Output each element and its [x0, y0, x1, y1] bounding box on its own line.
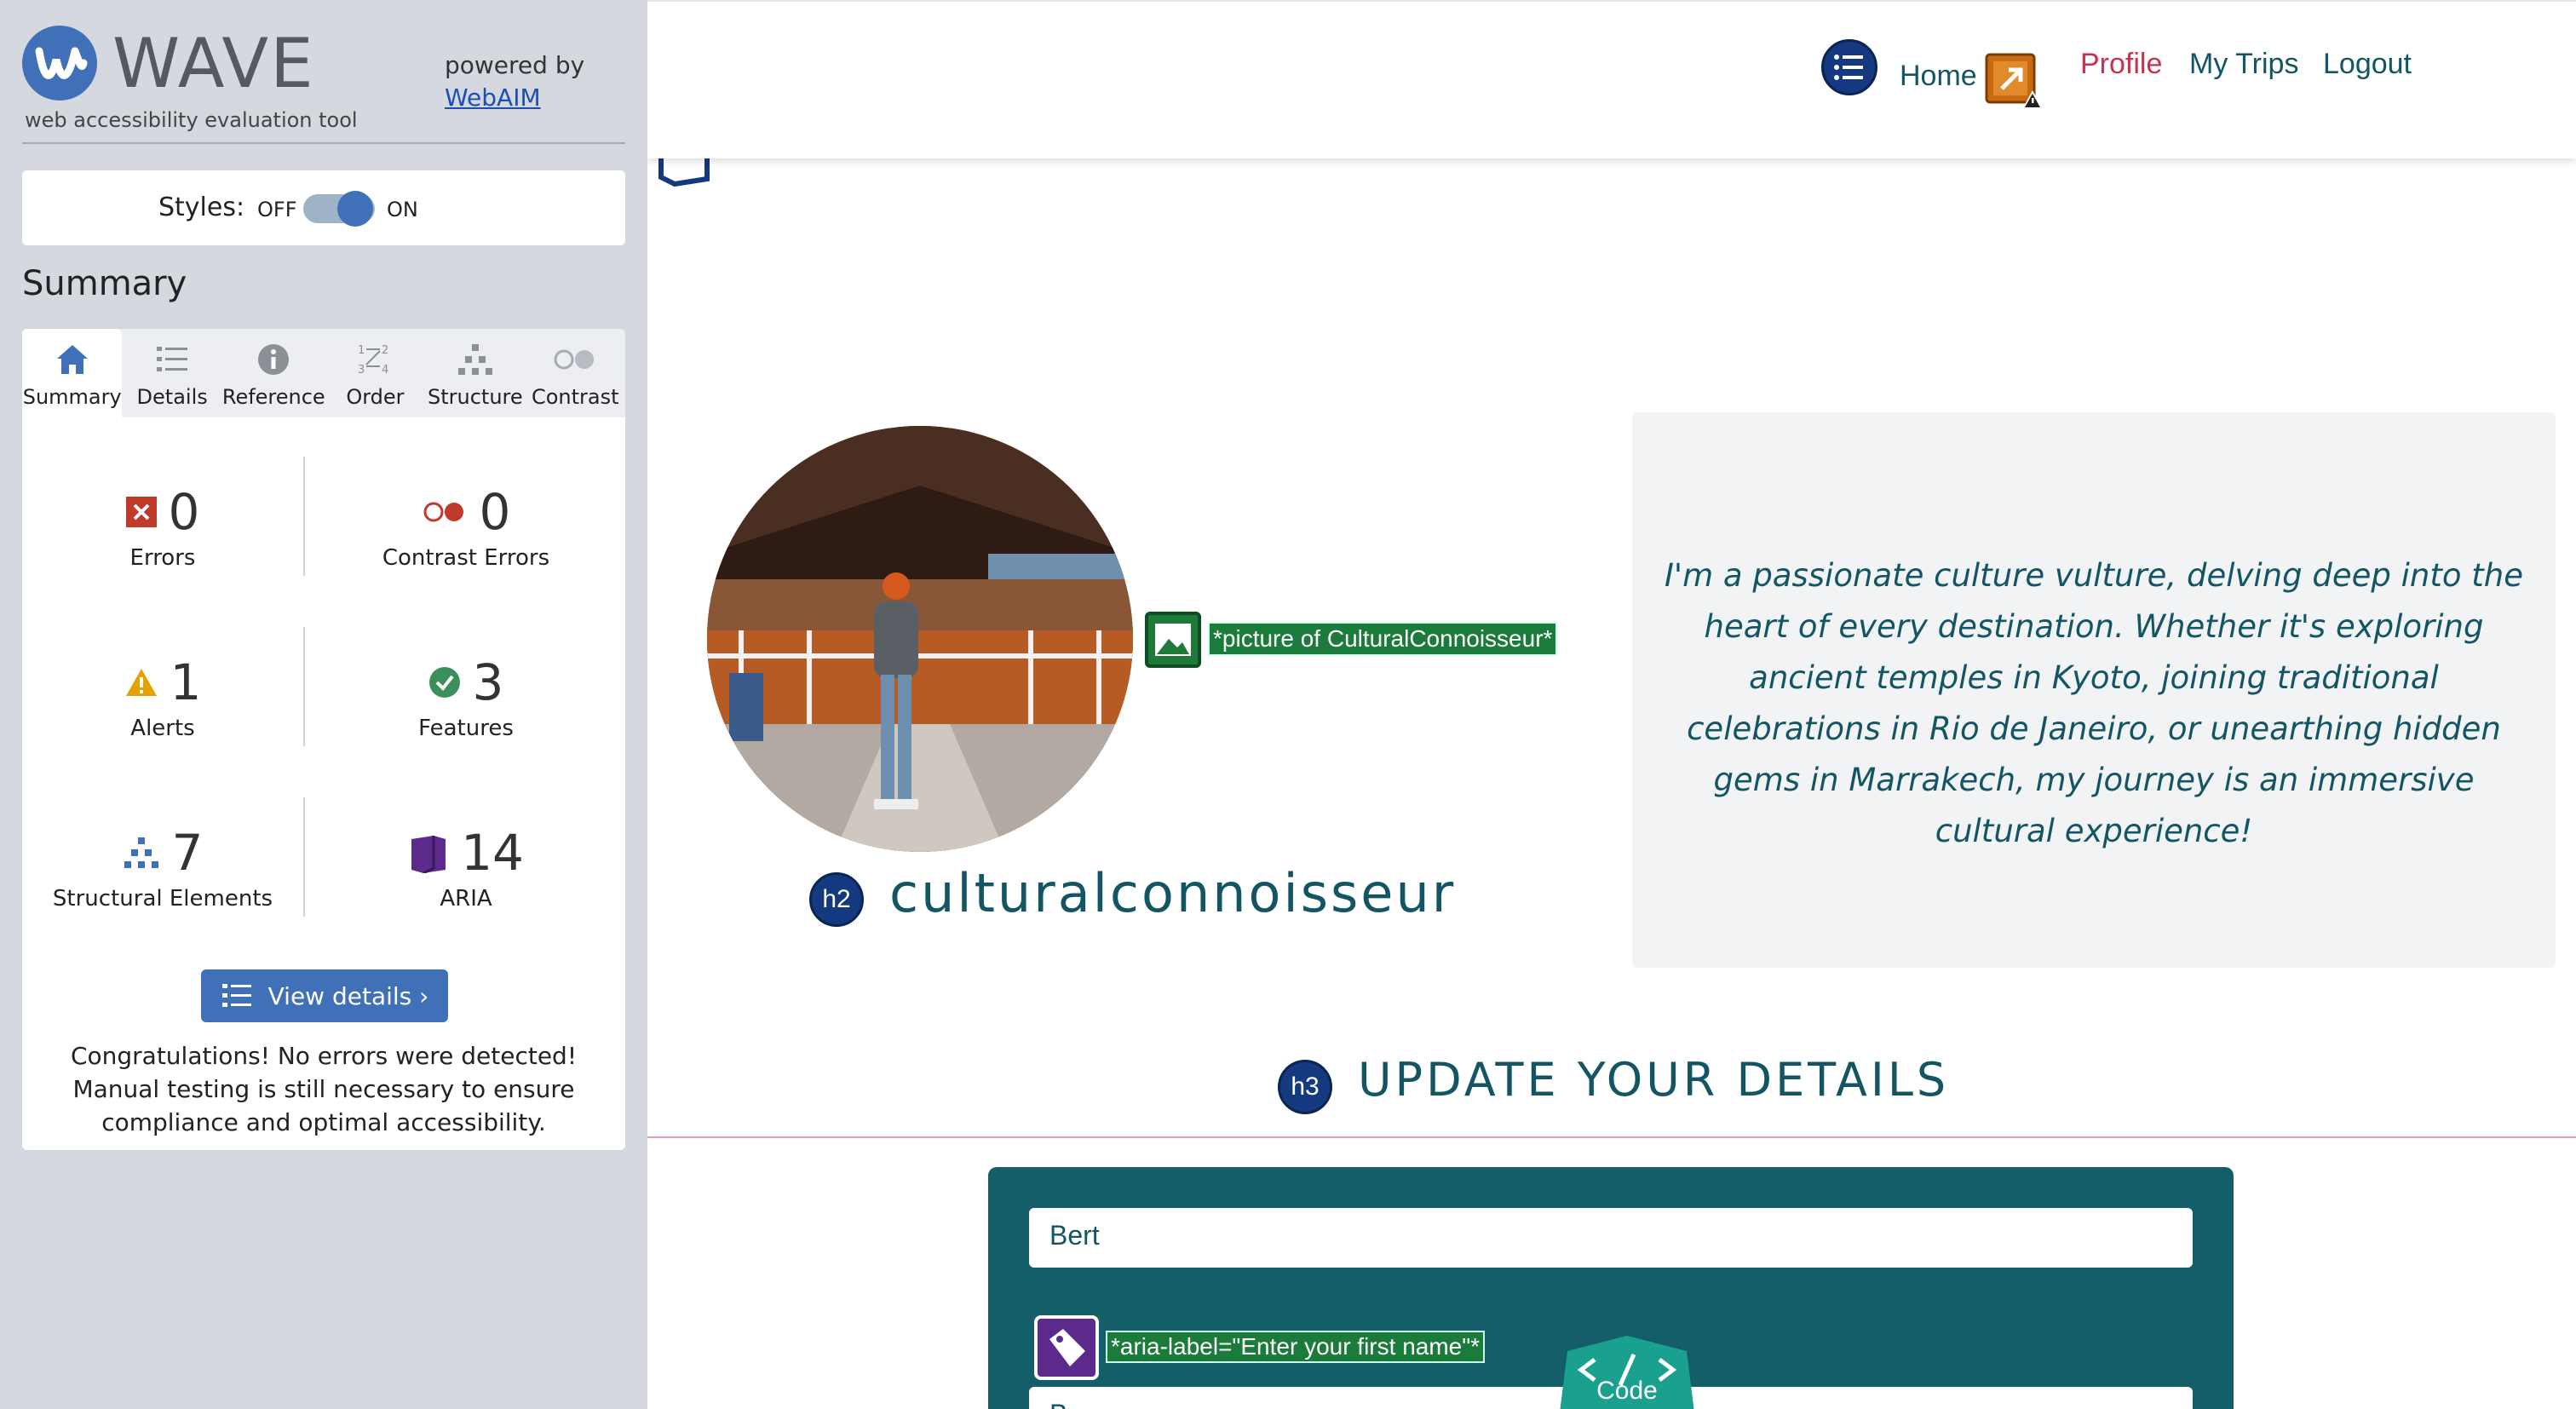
- code-button-label: Code: [1596, 1377, 1658, 1405]
- errors-count: 0: [168, 483, 200, 541]
- stat-aria[interactable]: 14 ARIA: [325, 823, 607, 912]
- error-icon: [125, 497, 157, 527]
- list-icon: [157, 347, 188, 371]
- styles-toggle-knob[interactable]: [337, 191, 373, 227]
- tab-order[interactable]: 1 2 3 4 Order: [325, 329, 425, 417]
- wave-tabs: Summary Details Reference 1 2 3 4 Order Str…: [22, 329, 625, 417]
- tab-summary[interactable]: Summary: [22, 329, 123, 417]
- wave-title: WAVE: [112, 24, 315, 103]
- image-alt-text-label: *picture of CulturalConnoisseur*: [1208, 622, 1558, 656]
- features-count: 3: [472, 653, 504, 711]
- heading-level-2-icon[interactable]: h2: [809, 872, 864, 927]
- alerts-label: Alerts: [130, 716, 195, 741]
- stat-structural[interactable]: 7 Structural Elements: [22, 823, 303, 912]
- tab-details[interactable]: Details: [122, 329, 221, 417]
- temple-photo: [707, 426, 1133, 852]
- list-icon: [221, 984, 251, 1007]
- powered-by-text: powered by: [445, 51, 585, 79]
- wave-w-icon: [35, 47, 88, 79]
- tab-details-label: Details: [136, 385, 208, 409]
- tab-structure-label: Structure: [428, 385, 523, 409]
- aria-count: 14: [461, 824, 524, 882]
- features-label: Features: [418, 716, 514, 741]
- nav-home-link[interactable]: Home: [1900, 60, 1977, 93]
- webaim-link[interactable]: WebAIM: [445, 82, 584, 114]
- nav-my-trips-link[interactable]: My Trips: [2189, 48, 2298, 81]
- svg-text:3: 3: [358, 364, 365, 377]
- styles-on-label: ON: [387, 198, 418, 221]
- stat-alerts[interactable]: 1 Alerts: [22, 653, 303, 741]
- order-icon: 1 2 3 4: [358, 344, 388, 377]
- aria-label: ARIA: [440, 886, 492, 912]
- tab-summary-label: Summary: [22, 385, 122, 409]
- feature-check-icon: [428, 667, 460, 698]
- site-navbar: Home Profile My Trips Logout: [647, 0, 2576, 158]
- contrast-errors-count: 0: [479, 483, 511, 541]
- profile-bio-box: I'm a passionate culture vulture, delvin…: [1632, 412, 2556, 968]
- tab-order-label: Order: [346, 385, 405, 409]
- code-panel-button[interactable]: Code: [1550, 1334, 1704, 1409]
- view-details-button[interactable]: View details ›: [201, 969, 448, 1022]
- tab-reference-label: Reference: [221, 385, 325, 409]
- nav-logout-link[interactable]: Logout: [2323, 48, 2412, 81]
- evaluated-page: Home Profile My Trips Logout *picture of…: [647, 0, 2576, 1409]
- svg-text:2: 2: [382, 344, 388, 357]
- first-name-input[interactable]: Bert: [1029, 1208, 2193, 1268]
- aria-label-tag-icon[interactable]: [1034, 1315, 1099, 1380]
- aria-book-icon: [411, 836, 446, 873]
- summary-panel: 0 Errors 0 Contrast Errors 1 Alerts 3 Fe…: [22, 417, 625, 1150]
- structure-icon: [124, 837, 158, 868]
- view-details-label: View details ›: [267, 981, 429, 1010]
- update-details-heading: UPDATE YOUR DETAILS: [1358, 1053, 1950, 1107]
- wave-list-badge[interactable]: [1821, 39, 1877, 95]
- info-icon: [258, 344, 290, 375]
- contrast-errors-label: Contrast Errors: [382, 545, 550, 571]
- wave-sidebar: WAVE web accessibility evaluation tool p…: [0, 0, 647, 1409]
- alert-icon: [125, 669, 157, 696]
- styles-label: Styles:: [158, 193, 245, 222]
- profile-picture: [707, 426, 1133, 852]
- contrast-icon: [554, 349, 595, 370]
- congrats-message: Congratulations! No errors were detected…: [70, 1042, 578, 1136]
- powered-by: powered by WebAIM: [445, 49, 584, 114]
- section-divider: [647, 1136, 2576, 1138]
- profile-bio: I'm a passionate culture vulture, delvin…: [1665, 557, 2523, 849]
- heading-level-3-icon[interactable]: h3: [1278, 1060, 1332, 1114]
- redundant-link-alert-icon[interactable]: [1985, 51, 2044, 111]
- stat-divider: [303, 627, 305, 746]
- tab-structure[interactable]: Structure: [425, 329, 525, 417]
- styles-off-label: OFF: [257, 198, 297, 221]
- stat-errors[interactable]: 0 Errors: [22, 482, 303, 571]
- structural-label: Structural Elements: [52, 886, 273, 912]
- profile-username: culturalconnoisseur: [889, 862, 1457, 924]
- aria-label-text: *aria-label="Enter your first name"*: [1106, 1331, 1486, 1363]
- structure-icon: [457, 344, 492, 375]
- stat-features[interactable]: 3 Features: [325, 653, 607, 741]
- errors-label: Errors: [129, 545, 196, 571]
- contrast-error-icon: [423, 502, 463, 522]
- wave-subtitle: web accessibility evaluation tool: [25, 108, 358, 132]
- svg-text:4: 4: [382, 364, 388, 377]
- stat-divider: [303, 457, 305, 576]
- alerts-count: 1: [170, 653, 202, 711]
- summary-heading: Summary: [22, 264, 187, 303]
- home-icon: [56, 345, 88, 374]
- sidebar-divider: [22, 142, 625, 144]
- stat-divider: [303, 797, 305, 917]
- nav-profile-link[interactable]: Profile: [2080, 48, 2162, 81]
- image-alt-icon[interactable]: [1145, 612, 1201, 668]
- structural-count: 7: [171, 824, 204, 882]
- styles-toggle-box: Styles: OFF ON: [22, 170, 625, 245]
- stat-contrast-errors[interactable]: 0 Contrast Errors: [325, 482, 607, 571]
- wave-logo: [22, 26, 97, 101]
- tab-contrast-label: Contrast: [531, 385, 619, 409]
- svg-text:1: 1: [358, 344, 365, 357]
- tab-reference[interactable]: Reference: [222, 329, 325, 417]
- tab-contrast[interactable]: Contrast: [526, 329, 625, 417]
- list-icon: [1834, 55, 1863, 80]
